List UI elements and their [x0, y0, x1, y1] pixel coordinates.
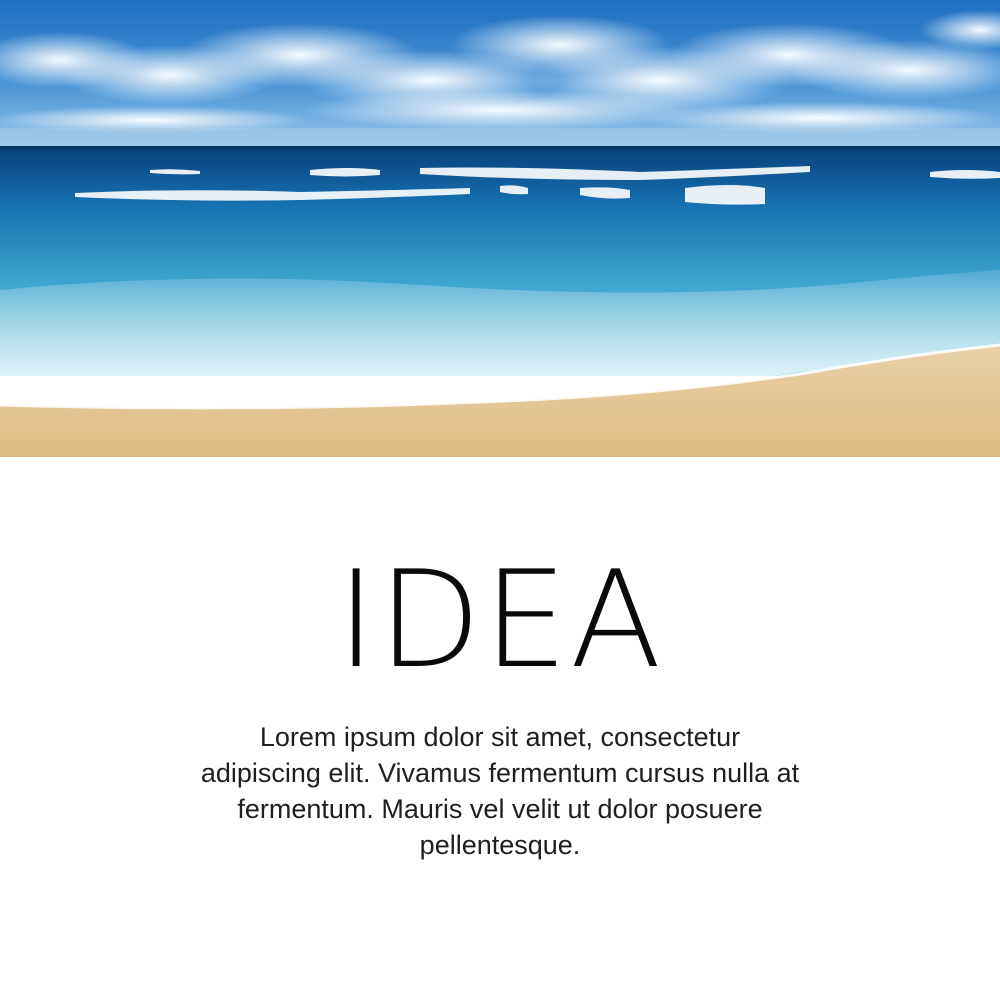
- page-title: IDEA: [336, 542, 664, 698]
- beach-scene-image: [0, 0, 1000, 457]
- content-section: IDEA Lorem ipsum dolor sit amet, consect…: [0, 457, 1000, 1000]
- beach-photo: [0, 0, 1000, 457]
- body-paragraph: Lorem ipsum dolor sit amet, consectetur …: [200, 722, 800, 860]
- page: IDEA Lorem ipsum dolor sit amet, consect…: [0, 0, 1000, 1000]
